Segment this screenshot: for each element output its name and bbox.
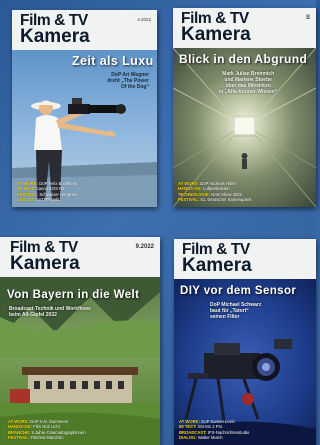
magazine-logo: Film & TV Kamera [181, 11, 251, 44]
cover-headline: DIY vor dem Sensor [180, 285, 297, 297]
toc-text: Walter Murch [197, 435, 223, 441]
toc-label: FESTIVAL: [178, 197, 200, 203]
magazine-logo: Film & TV Kamera [10, 240, 80, 273]
cover-contents-list: AT WORK: DoP Kamen Lovic IM TEST: XM-M1 … [179, 419, 249, 441]
toc-label: DIALOG: [17, 197, 35, 203]
masthead: Film & TV Kamera S [173, 8, 316, 48]
toc-item: FESTIVAL: 51. Deutscher Kamerapreis [178, 197, 251, 203]
toc-text: SATFProjekt [35, 197, 60, 203]
kicker-line: beim Alt-Gipfel 2022 [9, 312, 57, 318]
kicker-line: Of the Dog“ [120, 84, 149, 90]
toc-label: IM TEST: [17, 186, 35, 192]
cover-headline: Zeit als Luxus [72, 54, 153, 68]
kicker-line: in „Alfa-Kenner-Wissen“ [219, 89, 278, 95]
toc-text: Luftperkeleien [203, 186, 230, 192]
issue-number: 9.2022 [136, 244, 154, 250]
toc-item: FESTIVAL: Filmfest München [8, 435, 86, 441]
toc-text: 51. Deutscher Kamerapreis [200, 197, 252, 203]
toc-text: DoP N.N. Summerer [30, 418, 69, 424]
toc-text: Canon EOS R5 [35, 186, 65, 192]
toc-label: HANDS-ON: [8, 424, 32, 430]
issue-small: 4.2022 [137, 17, 151, 22]
toc-text: DoP Kamen Lovic [201, 418, 235, 424]
cover-kicker: DoP Ari Wegner dreht „The Power Of the D… [107, 72, 149, 90]
toc-text: DoP Felix Buchheim [39, 180, 78, 186]
logo-line-2: Kamera [20, 26, 90, 47]
toc-item: DIALOG: Walter Murch [179, 435, 249, 441]
magazine-logo: Film & TV Kamera [20, 13, 90, 46]
toc-label: AT WORK: [179, 418, 201, 424]
issue-big: S [305, 15, 310, 21]
toc-label: FESTIVAL: [8, 435, 30, 441]
kicker-line: seinen Filter [210, 314, 240, 320]
toc-label: AT WORK: [17, 180, 39, 186]
logo-line-2: Kamera [181, 24, 251, 45]
logo-line-2: Kamera [10, 253, 80, 274]
cover-contents-list: AT WORK: DoP Andreas Höfer HANDS-ON: Luf… [178, 181, 251, 203]
issue-number: 4.2022 [137, 17, 151, 22]
cover-kicker: Broadcast-Technik und Workflows beim Alt… [9, 306, 91, 318]
toc-text: XM-M1 2 Pro [197, 424, 223, 430]
cover-kicker: DoP Michael Schwarz baut für „Tatort“ se… [210, 302, 261, 320]
toc-label: AT WORK: [8, 418, 30, 424]
toc-text: Filmfest München [30, 435, 64, 441]
masthead: Film & TV Kamera 9.2022 [0, 237, 160, 277]
magazine-cover-3[interactable]: Film & TV Kamera 9.2022 Von Bayern in di… [0, 237, 160, 445]
magazine-cover-2[interactable]: Film & TV Kamera S Blick in den Abgrund … [173, 8, 316, 207]
logo-line-2: Kamera [182, 255, 252, 276]
cover-contents-list: AT WORK: DoP N.N. Summerer HANDS-ON: Fil… [8, 419, 86, 441]
magazine-logo: Film & TV Kamera [182, 242, 252, 275]
magazine-cover-1[interactable]: Film & TV Kamera 4.2022 Zeit als Luxus D… [12, 10, 157, 207]
cover-headline: Von Bayern in die Welt [7, 289, 140, 301]
toc-item: DIALOG: SATFProjekt [17, 197, 77, 203]
issue-big: 9.2022 [135, 244, 154, 250]
toc-label: IM TEST: [179, 424, 197, 430]
cover-contents-list: AT WORK: DoP Felix Buchheim IM TEST: Can… [17, 181, 77, 203]
masthead: Film & TV Kamera [174, 239, 316, 279]
toc-label: AT WORK: [178, 180, 200, 186]
magazine-cover-4[interactable]: Film & TV Kamera DIY vor dem Sensor DoP … [174, 239, 316, 445]
toc-text: DoP Andreas Höfer [200, 180, 237, 186]
toc-label: DIALOG: [179, 435, 197, 441]
masthead: Film & TV Kamera 4.2022 [12, 10, 157, 50]
toc-label: HANDS-ON: [178, 186, 202, 192]
cover-headline: Blick in den Abgrund [179, 52, 308, 66]
cover-kicker: Mark Julian Brehmich und Marlene Stoebe … [219, 71, 277, 95]
issue-number: S [306, 15, 310, 21]
toc-text: Film Noir Licht [33, 424, 60, 430]
